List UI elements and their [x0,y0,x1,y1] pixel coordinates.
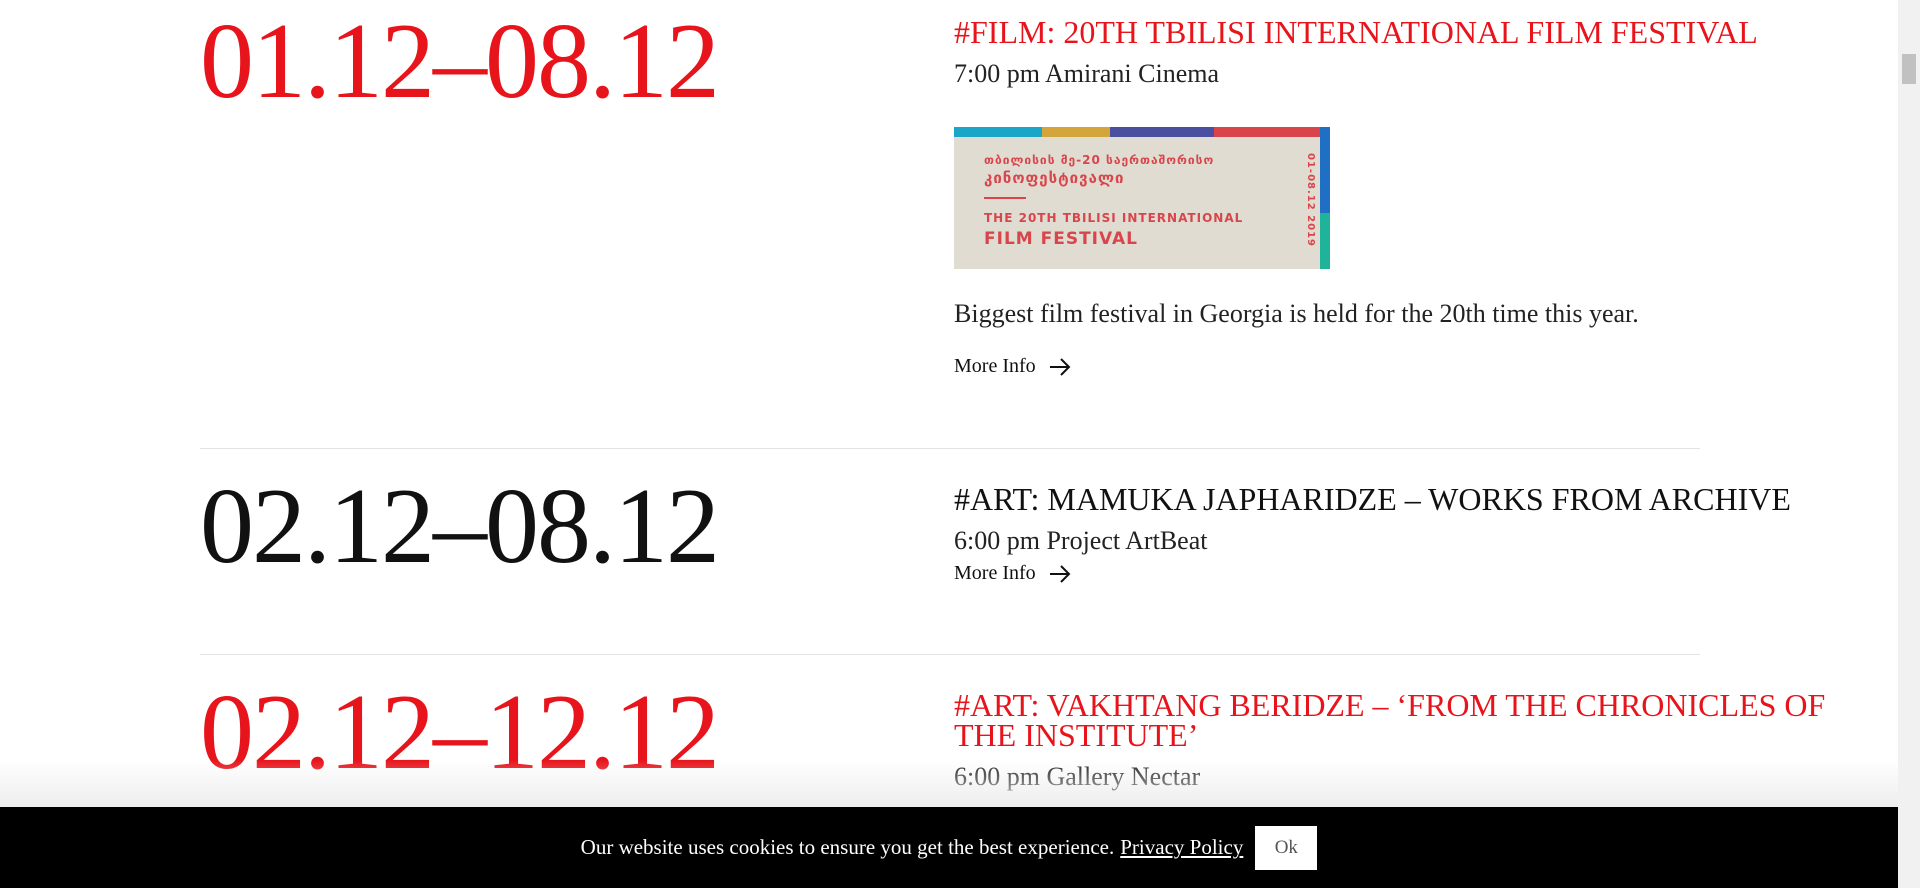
more-info-label: More Info [954,562,1036,584]
scrollbar-thumb[interactable] [1902,54,1916,84]
poster-stripe [1214,127,1330,137]
event-description: Biggest film festival in Georgia is held… [954,299,1639,328]
poster-side-stripe [1320,213,1330,269]
event-title[interactable]: #FILM: 20TH TBILISI INTERNATIONAL FILM F… [954,16,1834,48]
arrow-right-icon [1049,564,1071,583]
vertical-scrollbar[interactable] [1898,0,1920,888]
cookie-message: Our website uses cookies to ensure you g… [580,835,1115,859]
cookie-banner: Our website uses cookies to ensure you g… [0,807,1898,888]
poster-georgian-line-1: თბილისის მე-20 საერთაშორისო [984,153,1215,167]
event-content: #ART: VAKHTANG BERIDZE – ‘FROM THE CHRON… [954,689,1834,792]
arrow-right-icon [1049,357,1071,376]
more-info-link[interactable]: More Info [954,562,1072,585]
poster-divider [984,197,1026,199]
more-info-label: More Info [954,355,1036,377]
event-date: 01.12–08.12 [200,2,720,121]
event-content: #FILM: 20TH TBILISI INTERNATIONAL FILM F… [954,16,1834,378]
event-content: #ART: MAMUKA JAPHARIDZE – WORKS FROM ARC… [954,483,1834,585]
more-info-link[interactable]: More Info [954,355,1072,378]
poster-dates: 01-08.12 2019 [1305,153,1316,248]
cookie-ok-button[interactable]: Ok [1255,825,1318,870]
event-date: 02.12–12.12 [200,673,720,792]
event-divider [200,654,1700,655]
event-title[interactable]: #ART: MAMUKA JAPHARIDZE – WORKS FROM ARC… [954,483,1834,515]
privacy-policy-link[interactable]: Privacy Policy [1120,835,1243,860]
poster-english-line-1: THE 20TH TBILISI INTERNATIONAL [984,211,1244,225]
poster-side-stripe [1320,127,1330,213]
event-time-venue: 7:00 pm Amirani Cinema [954,59,1220,88]
poster-english-line-2: FILM FESTIVAL [984,229,1138,249]
event-title[interactable]: #ART: VAKHTANG BERIDZE – ‘FROM THE CHRON… [954,689,1834,751]
poster-georgian-line-2: კინოფესტივალი [984,169,1125,187]
poster-stripe [1110,127,1214,137]
poster-stripe [954,127,1042,137]
poster-stripe [1042,127,1110,137]
event-divider [200,448,1700,449]
events-page: LET 01.12–08.12 #FILM: 20TH TBILISI INTE… [0,0,1898,888]
event-time-venue: 6:00 pm Gallery Nectar [954,762,1201,791]
event-date: 02.12–08.12 [200,467,720,586]
event-time-venue: 6:00 pm Project ArtBeat [954,526,1208,555]
event-poster-image[interactable]: თბილისის მე-20 საერთაშორისო კინოფესტივალ… [954,127,1330,269]
